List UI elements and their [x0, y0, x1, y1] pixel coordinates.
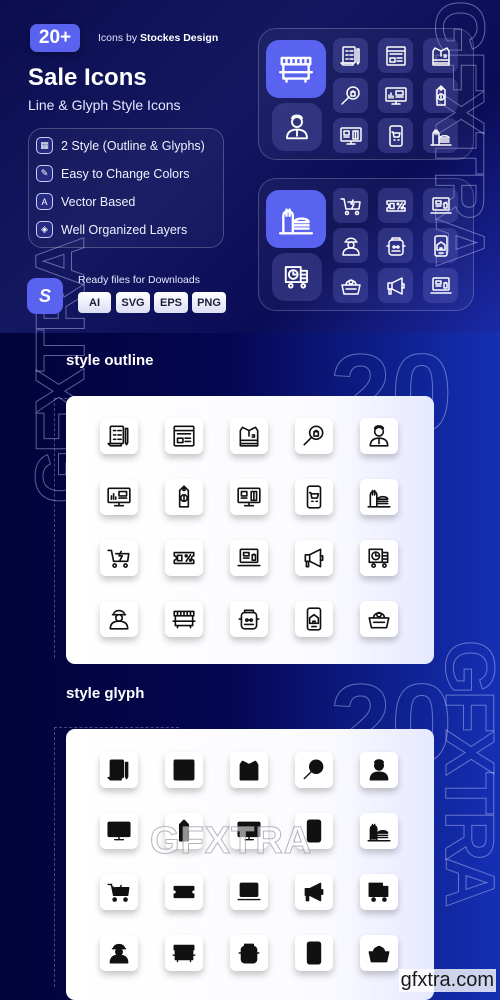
price-tag-icon [423, 78, 458, 113]
price-tag-icon [165, 479, 203, 515]
megaphone-icon [295, 540, 333, 576]
layers-icon: ◈ [36, 221, 53, 238]
invoice-icon [100, 418, 138, 454]
mobile-home-icon [295, 935, 333, 971]
invoice-icon [333, 38, 368, 73]
feature-item: A Vector Based [36, 193, 135, 210]
shirt-icon [230, 752, 268, 788]
page-subtitle: Line & Glyph Style Icons [28, 97, 181, 113]
format-badge-svg: SVG [116, 292, 150, 313]
salesman-icon [272, 103, 322, 151]
shirt-icon [230, 418, 268, 454]
mobile-home-icon [423, 228, 458, 263]
delivery-truck-icon [272, 253, 322, 301]
backpack-icon [378, 228, 413, 263]
fast-food-icon [360, 479, 398, 515]
salesman-icon [360, 418, 398, 454]
mobile-cart-icon [378, 118, 413, 153]
section-title-outline: style outline [66, 352, 154, 369]
coupon-icon [165, 874, 203, 910]
format-badge-png: PNG [192, 292, 226, 313]
laptop-shop-icon [423, 188, 458, 223]
search-bag-icon [295, 752, 333, 788]
brush-icon: ✎ [36, 165, 53, 182]
invoice-icon [100, 752, 138, 788]
mobile-cart-icon [295, 479, 333, 515]
watermark-center: GFXTRA [149, 820, 313, 863]
laptop-shop-icon [423, 268, 458, 303]
worker-icon [333, 228, 368, 263]
feature-item: ▦ 2 Style (Outline & Glyphs) [36, 137, 205, 154]
byline: Icons by Stockes Design [98, 32, 218, 44]
backpack-icon [230, 935, 268, 971]
search-bag-icon [295, 418, 333, 454]
byline-brand: Stockes Design [140, 32, 219, 44]
flash-sale-cart-icon [100, 874, 138, 910]
fast-food-icon [423, 118, 458, 153]
watermark-corner: gfxtra.com [398, 969, 496, 992]
delivery-truck-icon [360, 540, 398, 576]
shirt-icon [423, 38, 458, 73]
feature-label: Vector Based [61, 194, 136, 209]
web-shop-icon [165, 418, 203, 454]
feature-label: 2 Style (Outline & Glyphs) [61, 138, 205, 153]
grid-icon: ▦ [36, 137, 53, 154]
flash-sale-cart-icon [333, 188, 368, 223]
format-badge-ai: AI [78, 292, 111, 313]
icon-count-badge: 20+ [30, 24, 80, 52]
dashboard-icon [100, 813, 138, 849]
coupon-icon [378, 188, 413, 223]
market-stall-icon [266, 40, 326, 98]
section-title-glyph: style glyph [66, 685, 145, 702]
fast-food-icon [360, 813, 398, 849]
watermark-vertical: GFXTRA [431, 640, 500, 905]
feature-item: ✎ Easy to Change Colors [36, 165, 190, 182]
brand-logo-icon: S [27, 278, 63, 314]
feature-item: ◈ Well Organized Layers [36, 221, 187, 238]
fast-food-icon [266, 190, 326, 248]
coupon-icon [165, 540, 203, 576]
basket-icon [360, 935, 398, 971]
web-shop-icon [378, 38, 413, 73]
worker-icon [100, 935, 138, 971]
vector-icon: A [36, 193, 53, 210]
flash-sale-cart-icon [100, 540, 138, 576]
basket-icon [360, 601, 398, 637]
monitor-report-icon [230, 479, 268, 515]
page-title: Sale Icons [28, 64, 147, 91]
format-badge-eps: EPS [154, 292, 188, 313]
monitor-report-icon [333, 118, 368, 153]
byline-prefix: Icons by [98, 32, 138, 44]
megaphone-icon [295, 874, 333, 910]
feature-label: Easy to Change Colors [61, 166, 190, 181]
delivery-truck-icon [360, 874, 398, 910]
downloads-label: Ready files for Downloads [78, 274, 200, 286]
web-shop-icon [165, 752, 203, 788]
worker-icon [100, 601, 138, 637]
laptop-shop-icon [230, 874, 268, 910]
megaphone-icon [378, 268, 413, 303]
mobile-home-icon [295, 601, 333, 637]
backpack-icon [230, 601, 268, 637]
dashboard-icon [378, 78, 413, 113]
basket-icon [333, 268, 368, 303]
feature-label: Well Organized Layers [61, 222, 188, 237]
salesman-icon [360, 752, 398, 788]
market-stall-icon [165, 601, 203, 637]
page: 20 20 GFXTRA GFXTRA GFXTRA 20+ Icons by … [0, 0, 500, 1000]
laptop-shop-icon [230, 540, 268, 576]
dashboard-icon [100, 479, 138, 515]
search-bag-icon [333, 78, 368, 113]
market-stall-icon [165, 935, 203, 971]
